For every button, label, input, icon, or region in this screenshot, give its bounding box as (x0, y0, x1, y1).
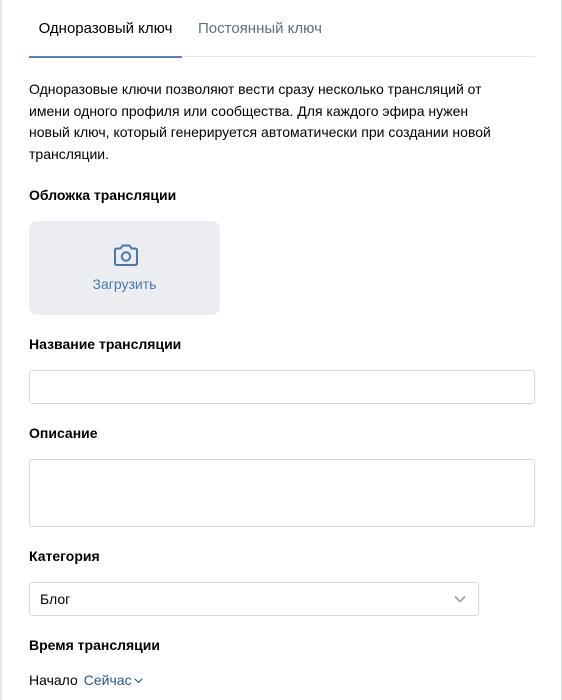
start-time-row: Начало Сейчас (29, 672, 143, 692)
cover-label: Обложка трансляции (29, 187, 177, 203)
live-stream-form: Одноразовый ключ Постоянный ключ Однораз… (0, 0, 562, 700)
start-label: Начало (29, 672, 78, 688)
key-type-tabs: Одноразовый ключ Постоянный ключ (29, 0, 535, 58)
chevron-down-icon (454, 596, 466, 603)
stream-time-label: Время трансляции (29, 637, 160, 653)
upload-cover-button[interactable]: Загрузить (29, 221, 220, 315)
category-select[interactable]: Блог (29, 582, 479, 616)
camera-icon (114, 244, 138, 266)
stream-name-label: Название трансляции (29, 336, 182, 352)
stream-name-input[interactable] (29, 370, 535, 404)
tab-one-time-key[interactable]: Одноразовый ключ (29, 0, 182, 58)
description-textarea[interactable] (29, 459, 535, 527)
category-label: Категория (29, 548, 100, 564)
intro-text: Одноразовые ключи позволяют вести сразу … (29, 81, 491, 162)
start-time-dropdown[interactable]: Сейчас (84, 672, 143, 688)
chevron-down-icon (133, 678, 143, 684)
start-time-value: Сейчас (83, 672, 132, 688)
category-selected-value: Блог (40, 591, 71, 607)
description-label: Описание (29, 425, 98, 441)
panel-divider (0, 0, 2, 700)
tab-permanent-key[interactable]: Постоянный ключ (198, 0, 322, 57)
upload-label: Загрузить (92, 276, 157, 292)
